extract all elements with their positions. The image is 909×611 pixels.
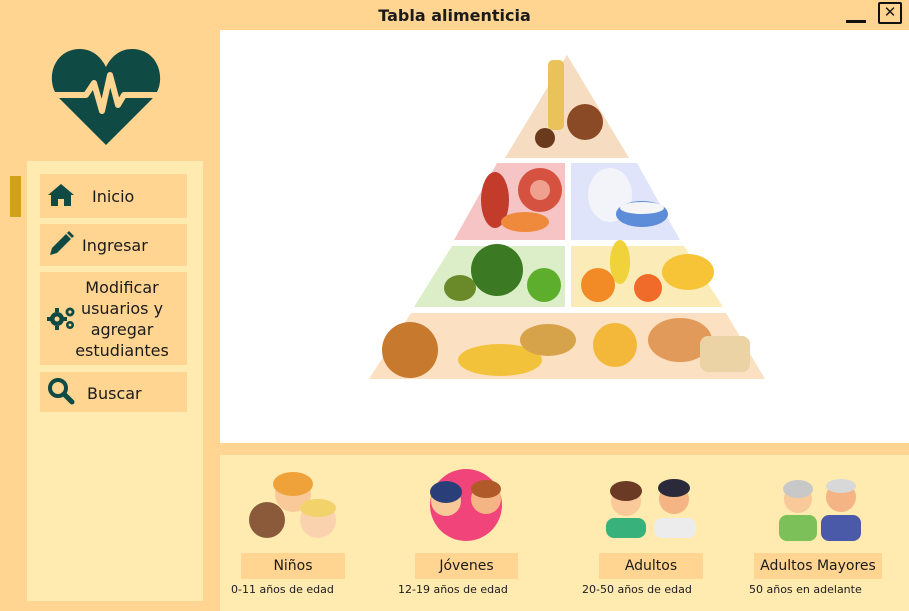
home-icon bbox=[48, 184, 74, 206]
elderly-icon bbox=[779, 479, 861, 541]
sidebar-item-modificar-usuarios[interactable]: Modificar usuarios y agregar estudiantes bbox=[40, 272, 187, 365]
label-line: estudiantes bbox=[75, 341, 169, 360]
sidebar-item-label: Ingresar bbox=[82, 236, 148, 255]
age-group-adultos-button[interactable]: Adultos bbox=[599, 553, 703, 579]
window-title: Tabla alimenticia bbox=[378, 6, 531, 25]
sidebar-item-buscar[interactable]: Buscar bbox=[40, 372, 187, 412]
age-group-range: 20-50 años de edad bbox=[582, 583, 692, 596]
age-groups-panel: Niños 0-11 años de edad Jóvenes 12-19 añ… bbox=[220, 455, 909, 611]
close-button[interactable]: ✕ bbox=[878, 2, 902, 24]
sidebar-item-ingresar[interactable]: Ingresar bbox=[40, 224, 187, 266]
age-group-range: 50 años en adelante bbox=[749, 583, 862, 596]
age-group-range: 12-19 años de edad bbox=[398, 583, 508, 596]
minimize-button[interactable] bbox=[843, 6, 869, 26]
pencil-icon bbox=[50, 231, 74, 255]
sidebar-item-label: Inicio bbox=[92, 187, 135, 206]
sidebar-item-label: Modificar usuarios y agregar estudiantes bbox=[62, 277, 182, 361]
age-group-jovenes-button[interactable]: Jóvenes bbox=[415, 553, 518, 579]
heart-pulse-icon bbox=[51, 49, 161, 145]
adults-icon bbox=[606, 479, 696, 538]
age-group-range: 0-11 años de edad bbox=[231, 583, 334, 596]
youth-icon bbox=[430, 469, 502, 541]
sidebar-item-label: Buscar bbox=[87, 384, 142, 403]
active-indicator bbox=[10, 176, 21, 217]
sidebar-item-inicio[interactable]: Inicio bbox=[40, 174, 187, 218]
children-icon bbox=[249, 472, 336, 538]
label-line: agregar bbox=[90, 320, 154, 339]
label-line: usuarios y bbox=[80, 299, 164, 318]
main-content bbox=[220, 30, 909, 443]
title-bar: Tabla alimenticia ✕ bbox=[0, 0, 909, 30]
label-line: Modificar bbox=[85, 278, 159, 297]
age-group-adultos-mayores-button[interactable]: Adultos Mayores bbox=[754, 553, 882, 579]
food-pyramid-illustration bbox=[369, 55, 765, 379]
search-icon bbox=[48, 378, 75, 405]
age-group-ninos-button[interactable]: Niños bbox=[241, 553, 345, 579]
